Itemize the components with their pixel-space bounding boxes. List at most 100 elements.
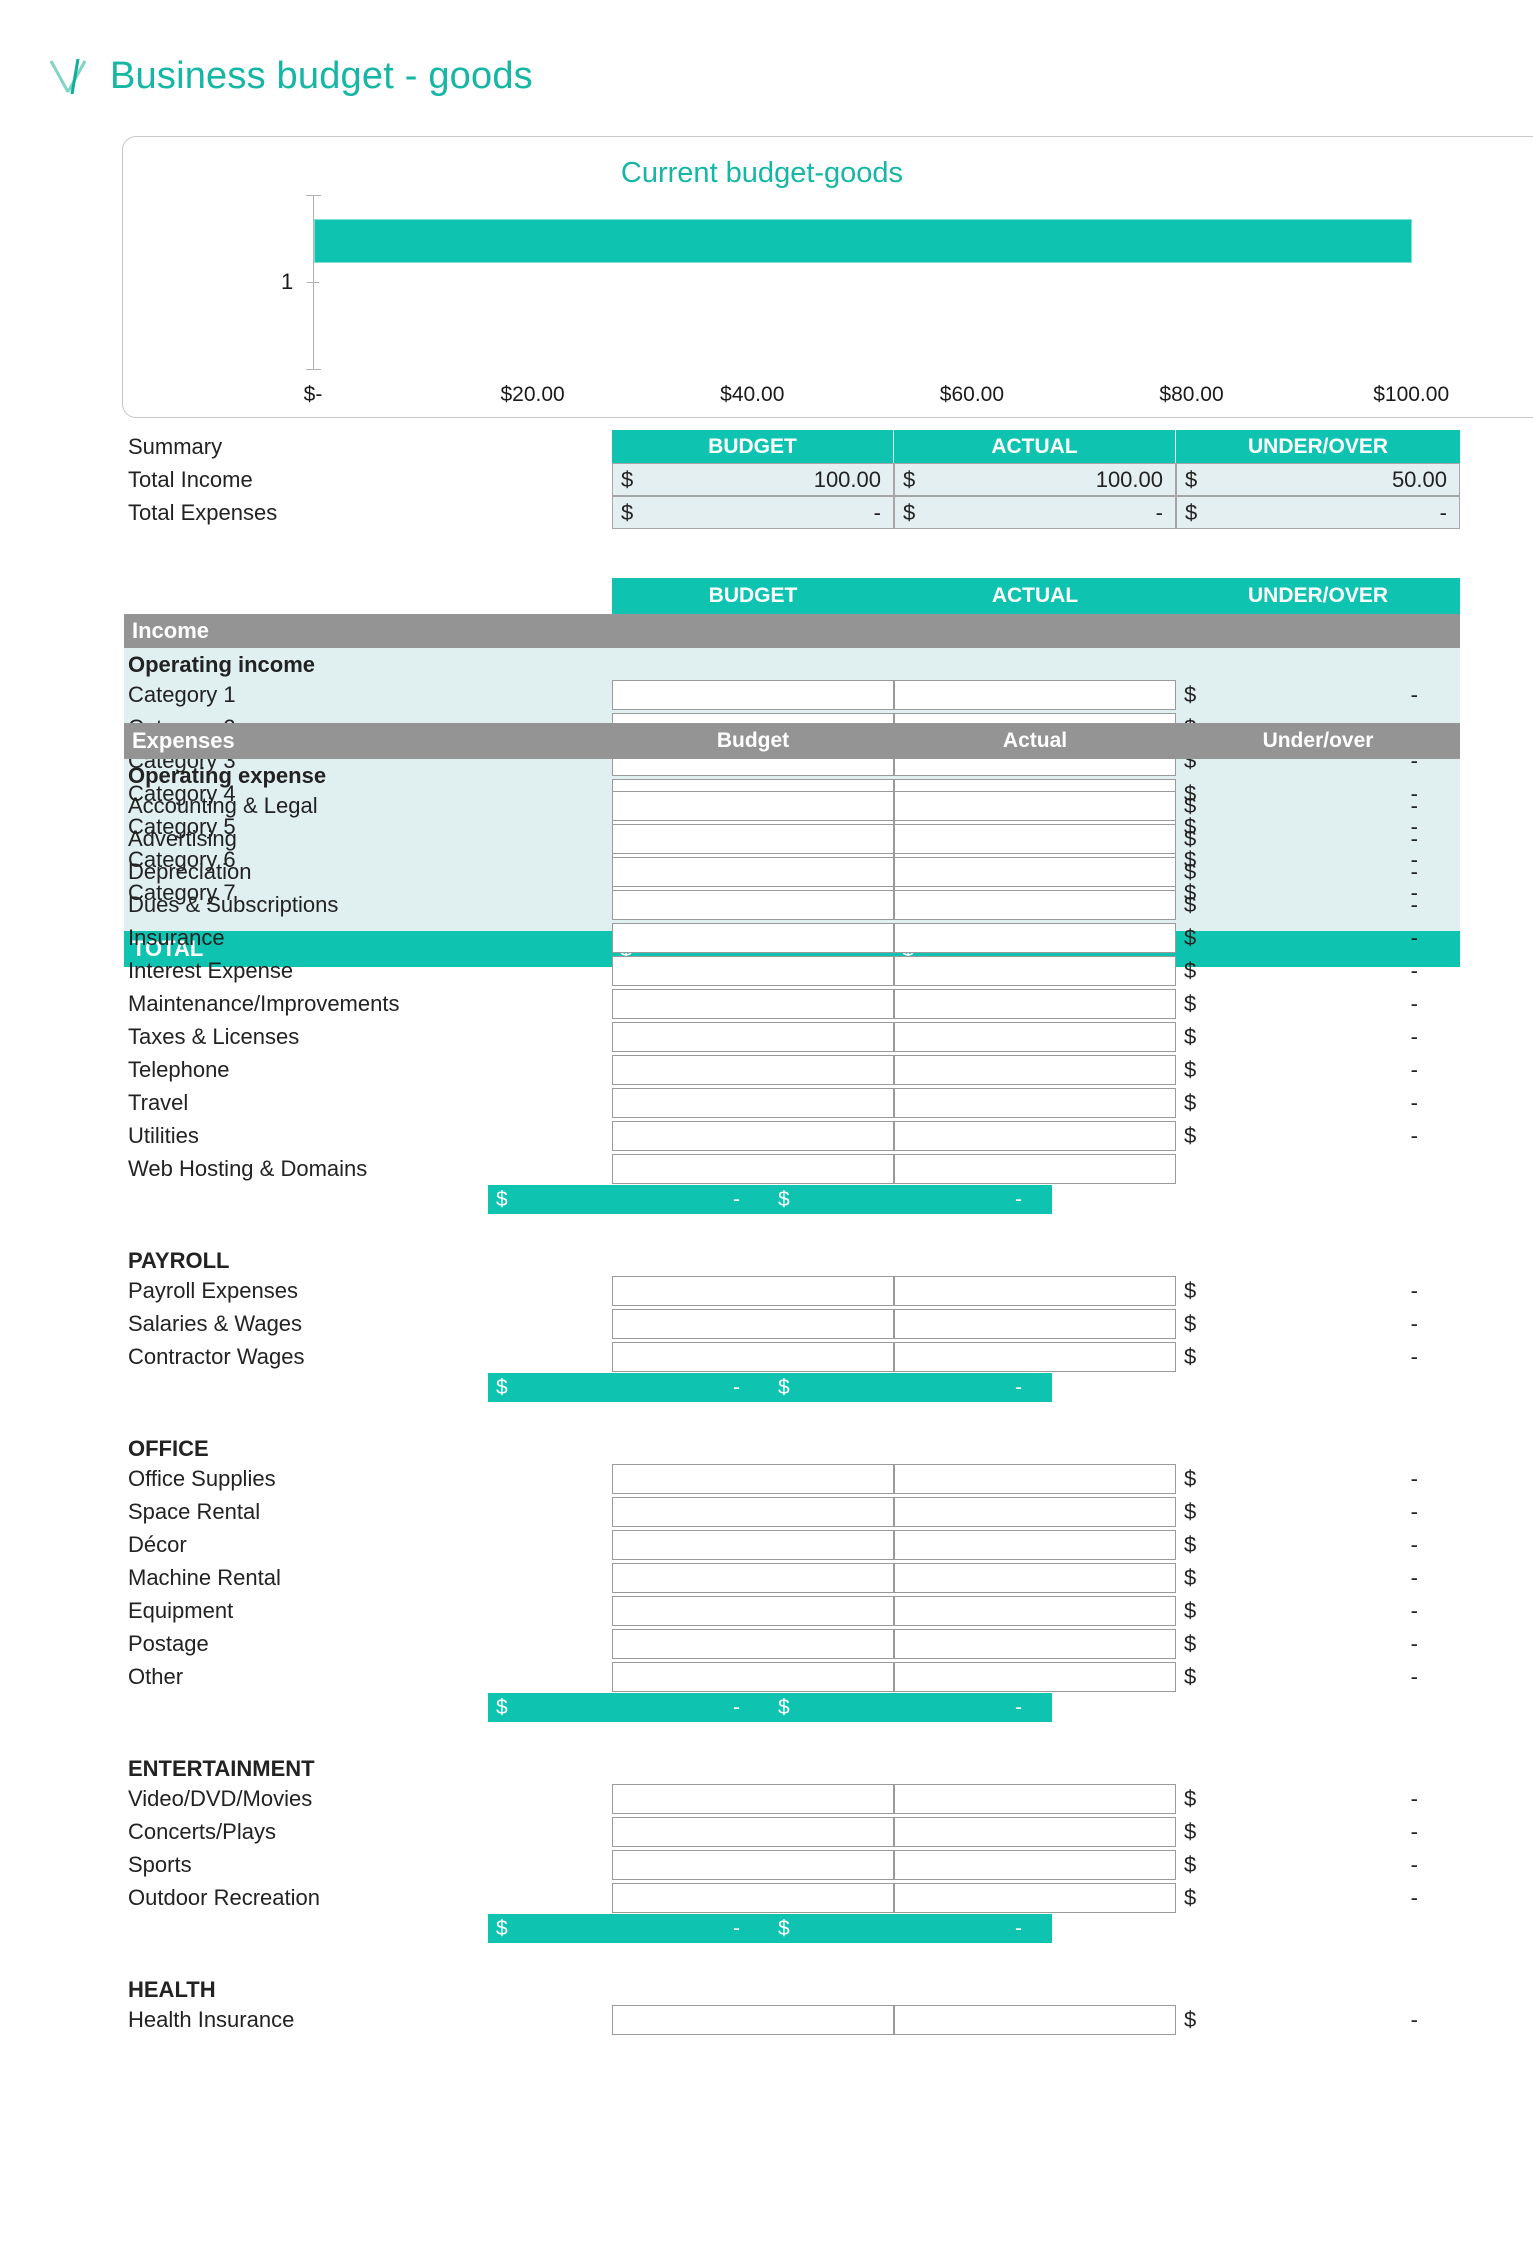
- expense-group-3-item-3-actual-input[interactable]: [894, 1530, 1176, 1560]
- expense-group-1-item-6-budget-input[interactable]: [612, 956, 894, 986]
- expense-group-2-item-1-underover-value: $ -: [1176, 1274, 1460, 1307]
- summary-income-actual-value: 100.00: [1095, 466, 1163, 492]
- summary-row-label: Total Expenses: [128, 499, 278, 525]
- expense-group-3-item-7-underover-value: $ -: [1176, 1660, 1460, 1693]
- expense-group-2-item-1-actual-input[interactable]: [894, 1276, 1176, 1306]
- expense-group-3-group-header: OFFICE: [124, 1432, 1460, 1465]
- expense-group-1-item-11-budget-input[interactable]: [612, 1121, 894, 1151]
- expense-group-1-item-5-budget-input[interactable]: [612, 923, 894, 953]
- expense-group-3-item-5-budget-input[interactable]: [612, 1596, 894, 1626]
- expense-group-4-item-4-budget-input[interactable]: [612, 1883, 894, 1913]
- expense-group-3-item-6-underover-amount: -: [1410, 1630, 1418, 1656]
- expense-group-4-item-2-actual-input[interactable]: [894, 1817, 1176, 1847]
- expense-group-2-item-1-underover-amount: -: [1410, 1277, 1418, 1303]
- expense-group-1-item-5-actual-input[interactable]: [894, 923, 1176, 953]
- expense-group-3-item-3-budget-input[interactable]: [612, 1530, 894, 1560]
- expense-group-1-item-2-budget-input[interactable]: [612, 824, 894, 854]
- expense-group-4-item-2-underover-symbol: $: [1184, 1818, 1197, 1844]
- expense-group-3-item-2-budget-input[interactable]: [612, 1497, 894, 1527]
- summary-row-total-income: Total Income $100.00 $100.00 $50.00: [124, 463, 1460, 496]
- expense-group-3-item-7-row: Other $ -: [124, 1660, 1460, 1693]
- income-col-actual: ACTUAL: [991, 584, 1079, 607]
- expense-group-1-item-2-actual-input[interactable]: [894, 824, 1176, 854]
- expense-group-5-item-1-actual-input[interactable]: [894, 2005, 1176, 2035]
- expense-group-3-item-6-underover-value: $ -: [1176, 1627, 1460, 1660]
- expense-group-2-item-3-actual-input[interactable]: [894, 1342, 1176, 1372]
- expense-group-1-item-10-underover-amount: -: [1410, 1089, 1418, 1115]
- expense-group-4-item-2-label: Concerts/Plays: [128, 1818, 276, 1844]
- expense-group-3-item-7-budget-input[interactable]: [612, 1662, 894, 1692]
- expense-group-1-item-11-underover-amount: -: [1410, 1122, 1418, 1148]
- expense-group-4-item-3-underover-value: $ -: [1176, 1848, 1460, 1881]
- expense-group-3-item-4-budget-input[interactable]: [612, 1563, 894, 1593]
- expense-group-3-item-3-underover-symbol: $: [1184, 1531, 1197, 1557]
- expense-group-1-item-4-budget-input[interactable]: [612, 890, 894, 920]
- expense-group-1-item-3-budget-input[interactable]: [612, 857, 894, 887]
- expense-group-1-item-9-budget-input[interactable]: [612, 1055, 894, 1085]
- expense-group-3-item-5-label: Equipment: [128, 1597, 234, 1623]
- expense-group-1-item-8-budget-input[interactable]: [612, 1022, 894, 1052]
- income-item-1-budget-input[interactable]: [612, 680, 894, 710]
- expense-group-2-item-1-budget-input[interactable]: [612, 1276, 894, 1306]
- expense-group-4-item-4-actual-input[interactable]: [894, 1883, 1176, 1913]
- expense-group-4-item-1-actual-input[interactable]: [894, 1784, 1176, 1814]
- expense-group-1-item-1-actual-input[interactable]: [894, 791, 1176, 821]
- expense-group-3-item-1-actual-input[interactable]: [894, 1464, 1176, 1494]
- expense-group-1-item-10-underover-symbol: $: [1184, 1089, 1197, 1115]
- expense-group-1-item-7-budget-input[interactable]: [612, 989, 894, 1019]
- expense-group-1-item-6-actual-input[interactable]: [894, 956, 1176, 986]
- expense-group-2-item-3-budget-input[interactable]: [612, 1342, 894, 1372]
- expense-group-3-item-6-actual-input[interactable]: [894, 1629, 1176, 1659]
- summary-expense-budget-value: -: [873, 499, 881, 525]
- expense-group-3-item-7-actual-input[interactable]: [894, 1662, 1176, 1692]
- expense-group-3-item-2-row: Space Rental $ -: [124, 1495, 1460, 1528]
- expense-group-1-item-11-actual-input[interactable]: [894, 1121, 1176, 1151]
- expense-group-1-subtotal-budget-symbol: $: [496, 1187, 508, 1211]
- expense-group-1-item-10-actual-input[interactable]: [894, 1088, 1176, 1118]
- expense-group-4-item-1-underover-amount: -: [1410, 1785, 1418, 1811]
- expense-group-5-item-1-label: Health Insurance: [128, 2006, 295, 2032]
- expense-group-2-subtotal-actual-symbol: $: [778, 1375, 790, 1399]
- expense-group-1-item-12-label: Web Hosting & Domains: [128, 1155, 368, 1181]
- expense-group-4-subtotal-budget-symbol: $: [496, 1916, 508, 1940]
- expense-group-1-item-12-budget-input[interactable]: [612, 1154, 894, 1184]
- expense-group-3-item-5-actual-input[interactable]: [894, 1596, 1176, 1626]
- expense-group-1-item-2-underover-symbol: $: [1184, 825, 1197, 851]
- expense-group-1-item-10-budget-input[interactable]: [612, 1088, 894, 1118]
- expense-group-2-item-2-row: Salaries & Wages $ -: [124, 1307, 1460, 1340]
- income-item-1-underover-amount: -: [1410, 681, 1418, 707]
- expense-group-3-item-6-budget-input[interactable]: [612, 1629, 894, 1659]
- expense-group-4-item-3-actual-input[interactable]: [894, 1850, 1176, 1880]
- expense-group-1-item-3-actual-input[interactable]: [894, 857, 1176, 887]
- expense-group-1-item-7-actual-input[interactable]: [894, 989, 1176, 1019]
- expense-group-4-item-1-budget-input[interactable]: [612, 1784, 894, 1814]
- expense-group-1-item-1-budget-input[interactable]: [612, 791, 894, 821]
- expense-group-5-item-1-underover-value: $ -: [1176, 2003, 1460, 2036]
- expense-group-1-item-12-actual-input[interactable]: [894, 1154, 1176, 1184]
- expense-group-3-item-1-budget-input[interactable]: [612, 1464, 894, 1494]
- expense-group-5-item-1-underover-amount: -: [1410, 2006, 1418, 2032]
- summary-income-budget-symbol: $: [621, 466, 634, 492]
- expense-group-5-item-1-budget-input[interactable]: [612, 2005, 894, 2035]
- expense-group-4-item-3-budget-input[interactable]: [612, 1850, 894, 1880]
- expense-group-1-item-8-actual-input[interactable]: [894, 1022, 1176, 1052]
- expense-group-3-group-label: OFFICE: [128, 1435, 209, 1461]
- income-section-banner: Income: [124, 614, 1460, 648]
- expense-group-2-item-3-underover-symbol: $: [1184, 1343, 1197, 1369]
- expense-group-3-subtotal-actual-symbol: $: [778, 1695, 790, 1719]
- expense-group-5-group-label: HEALTH: [128, 1976, 216, 2002]
- expense-group-5-item-1-row: Health Insurance $ -: [124, 2003, 1460, 2036]
- expense-group-1-item-12-row: Web Hosting & Domains: [124, 1152, 1460, 1185]
- expense-group-2-item-2-actual-input[interactable]: [894, 1309, 1176, 1339]
- expense-group-4-item-1-label: Video/DVD/Movies: [128, 1785, 313, 1811]
- expense-group-1-item-4-actual-input[interactable]: [894, 890, 1176, 920]
- summary-label: Summary: [128, 433, 223, 459]
- expense-group-1-item-9-actual-input[interactable]: [894, 1055, 1176, 1085]
- expense-group-2-item-2-budget-input[interactable]: [612, 1309, 894, 1339]
- expense-group-3-item-4-actual-input[interactable]: [894, 1563, 1176, 1593]
- expense-group-4-item-2-budget-input[interactable]: [612, 1817, 894, 1847]
- expense-group-1-item-8-underover-symbol: $: [1184, 1023, 1197, 1049]
- income-item-1-actual-input[interactable]: [894, 680, 1176, 710]
- expense-group-3-item-2-actual-input[interactable]: [894, 1497, 1176, 1527]
- income-col-underover: UNDER/OVER: [1247, 584, 1389, 607]
